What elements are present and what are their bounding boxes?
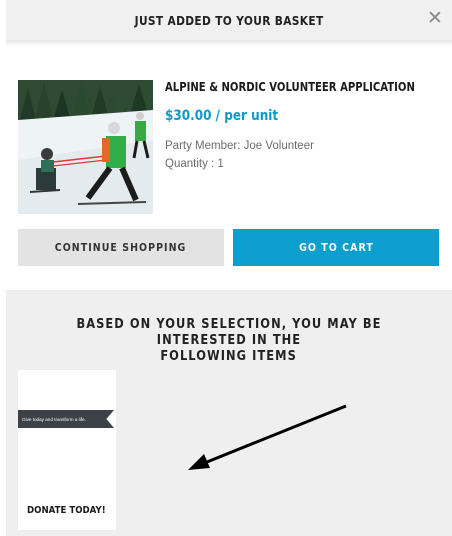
recommended-item-card[interactable]: Give today and transform a life. DONATE … xyxy=(18,370,116,530)
continue-shopping-label: CONTINUE SHOPPING xyxy=(55,241,187,254)
modal-title: JUST ADDED TO YOUR BASKET xyxy=(134,12,324,28)
continue-shopping-button[interactable]: CONTINUE SHOPPING xyxy=(18,229,224,266)
quantity: Quantity : 1 xyxy=(165,158,224,170)
product-price: $30.00 / per unit xyxy=(165,108,279,124)
ski-volunteer-photo-icon xyxy=(18,80,153,214)
donate-banner: Give today and transform a life. xyxy=(18,410,114,428)
donate-today-label[interactable]: DONATE TODAY! xyxy=(27,505,106,516)
close-icon[interactable]: ✕ xyxy=(426,9,444,28)
modal-header: JUST ADDED TO YOUR BASKET ✕ xyxy=(6,0,452,40)
go-to-cart-label: GO TO CART xyxy=(298,241,374,254)
donate-banner-text: Give today and transform a life. xyxy=(22,416,86,422)
header-divider xyxy=(6,40,452,46)
recommendations-heading-line1: BASED ON YOUR SELECTION, YOU MAY BE INTE… xyxy=(76,317,382,348)
product-image xyxy=(18,80,153,214)
recommendations-heading-line2: FOLLOWING ITEMS xyxy=(160,349,298,364)
go-to-cart-button[interactable]: GO TO CART xyxy=(233,229,439,266)
product-name[interactable]: ALPINE & NORDIC VOLUNTEER APPLICATION xyxy=(165,80,415,94)
recommendations-heading: BASED ON YOUR SELECTION, YOU MAY BE INTE… xyxy=(6,317,452,365)
party-member: Party Member: Joe Volunteer xyxy=(165,140,314,152)
annotation-arrow-icon xyxy=(188,404,347,470)
